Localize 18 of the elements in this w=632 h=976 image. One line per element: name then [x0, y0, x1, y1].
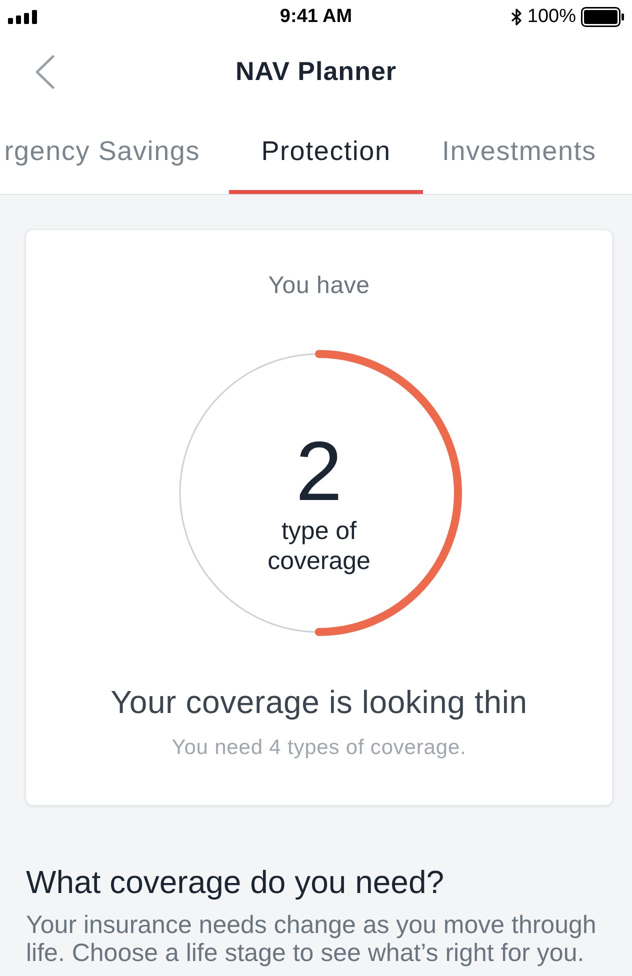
tab[interactable]: Protection [229, 110, 423, 194]
coverage-note: You need 4 types of coverage. [172, 735, 466, 761]
coverage-headline: Your coverage is looking thin [110, 684, 528, 720]
tab[interactable]: Investments [423, 110, 632, 194]
coverage-count: 2 [296, 429, 342, 513]
status-time: 9:41 AM [280, 7, 352, 26]
battery-percent: 100% [527, 7, 576, 26]
section-heading: What coverage do you need? [26, 864, 446, 900]
bluetooth-icon [511, 8, 522, 26]
coverage-count-label: type of coverage [266, 516, 372, 576]
screen-title: NAV Planner [235, 55, 397, 88]
section-description: Your insurance needs change as you move through life. Choose a life stage to see what’s right for you. [26, 911, 598, 967]
battery-icon [581, 6, 624, 26]
back-button[interactable] [33, 52, 57, 90]
signal-icon [8, 10, 37, 24]
tab[interactable]: rgency Savings [0, 110, 229, 194]
intro-text: You have [268, 272, 370, 300]
chevron-left-icon [35, 54, 55, 88]
